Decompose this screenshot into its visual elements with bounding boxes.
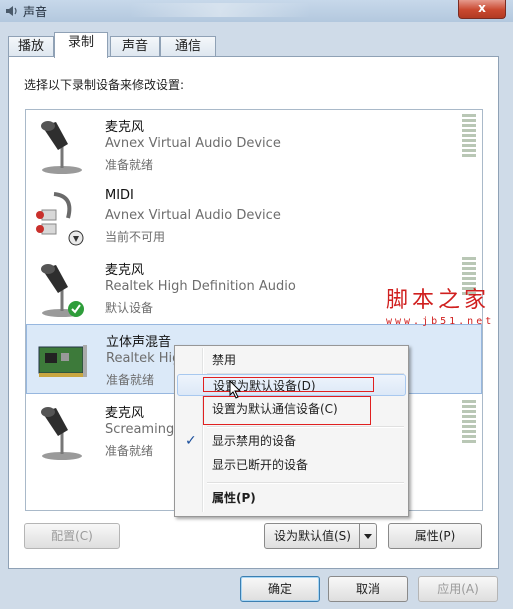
list-item[interactable]: MIDI Avnex Virtual Audio Device 当前不可用 [26, 182, 482, 252]
device-status: 默认设备 [105, 301, 154, 315]
title-bar-blur [130, 3, 310, 17]
cancel-button[interactable]: 取消 [328, 576, 408, 602]
context-menu: 禁用 设置为默认设备(D) 设置为默认通信设备(C) ✓ 显示禁用的设备 显示已… [174, 345, 409, 517]
level-meter [462, 400, 478, 444]
microphone-icon [41, 407, 82, 460]
instruction-text: 选择以下录制设备来修改设置: [24, 78, 185, 92]
annotation-box [203, 396, 371, 425]
device-status: 准备就绪 [105, 158, 154, 172]
menu-separator [207, 426, 404, 428]
window-title: 声音 [23, 5, 48, 19]
device-status: 当前不可用 [105, 230, 166, 244]
mouse-cursor-icon [229, 380, 242, 399]
set-default-button[interactable]: 设为默认值(S) [264, 523, 377, 549]
menu-item-disable[interactable]: 禁用 [177, 349, 406, 371]
device-name: 麦克风 [105, 263, 145, 278]
microphone-icon [41, 121, 82, 174]
device-name: MIDI [105, 188, 134, 203]
close-button[interactable]: x [458, 0, 506, 19]
device-name: 麦克风 [105, 406, 145, 421]
chevron-down-icon [364, 534, 372, 539]
device-description: Avnex Virtual Audio Device [105, 208, 281, 223]
set-default-dropdown[interactable] [359, 524, 376, 548]
sound-card-icon [38, 345, 87, 377]
device-status: 准备就绪 [106, 373, 155, 387]
tab-sounds[interactable]: 声音 [110, 36, 160, 57]
tab-recording[interactable]: 录制 [54, 32, 108, 58]
watermark-main: 脚本之家 [386, 288, 491, 313]
menu-item-properties[interactable]: 属性(P) [177, 487, 406, 509]
level-meter [462, 114, 478, 158]
dialog-button-bar: 确定 取消 应用(A) [0, 570, 513, 609]
watermark: 脚本之家 www.jb51.net [386, 282, 494, 327]
menu-item-show-disabled[interactable]: ✓ 显示禁用的设备 [177, 430, 406, 452]
midi-cable-icon [36, 192, 84, 246]
set-default-label: 设为默认值(S) [274, 529, 351, 543]
properties-button[interactable]: 属性(P) [388, 523, 482, 549]
device-description: Realtek High Definition Audio [105, 279, 296, 294]
watermark-url: www.jb51.net [386, 316, 495, 327]
tab-communications[interactable]: 通信 [160, 36, 216, 57]
device-description: Avnex Virtual Audio Device [105, 136, 281, 151]
speaker-icon [6, 6, 17, 16]
ok-button[interactable]: 确定 [240, 576, 320, 602]
device-name: 麦克风 [105, 120, 145, 135]
device-name: 立体声混音 [106, 335, 172, 350]
menu-separator [207, 482, 404, 484]
configure-button[interactable]: 配置(C) [24, 523, 120, 549]
microphone-default-icon [41, 264, 84, 317]
title-bar: 声音 x [0, 0, 513, 22]
device-status: 准备就绪 [105, 444, 154, 458]
menu-item-show-disconnected[interactable]: 显示已断开的设备 [177, 454, 406, 476]
list-item[interactable]: 麦克风 Avnex Virtual Audio Device 准备就绪 [26, 110, 482, 180]
checkmark-icon: ✓ [185, 433, 197, 449]
tab-playback[interactable]: 播放 [8, 36, 54, 57]
apply-button[interactable]: 应用(A) [418, 576, 498, 602]
